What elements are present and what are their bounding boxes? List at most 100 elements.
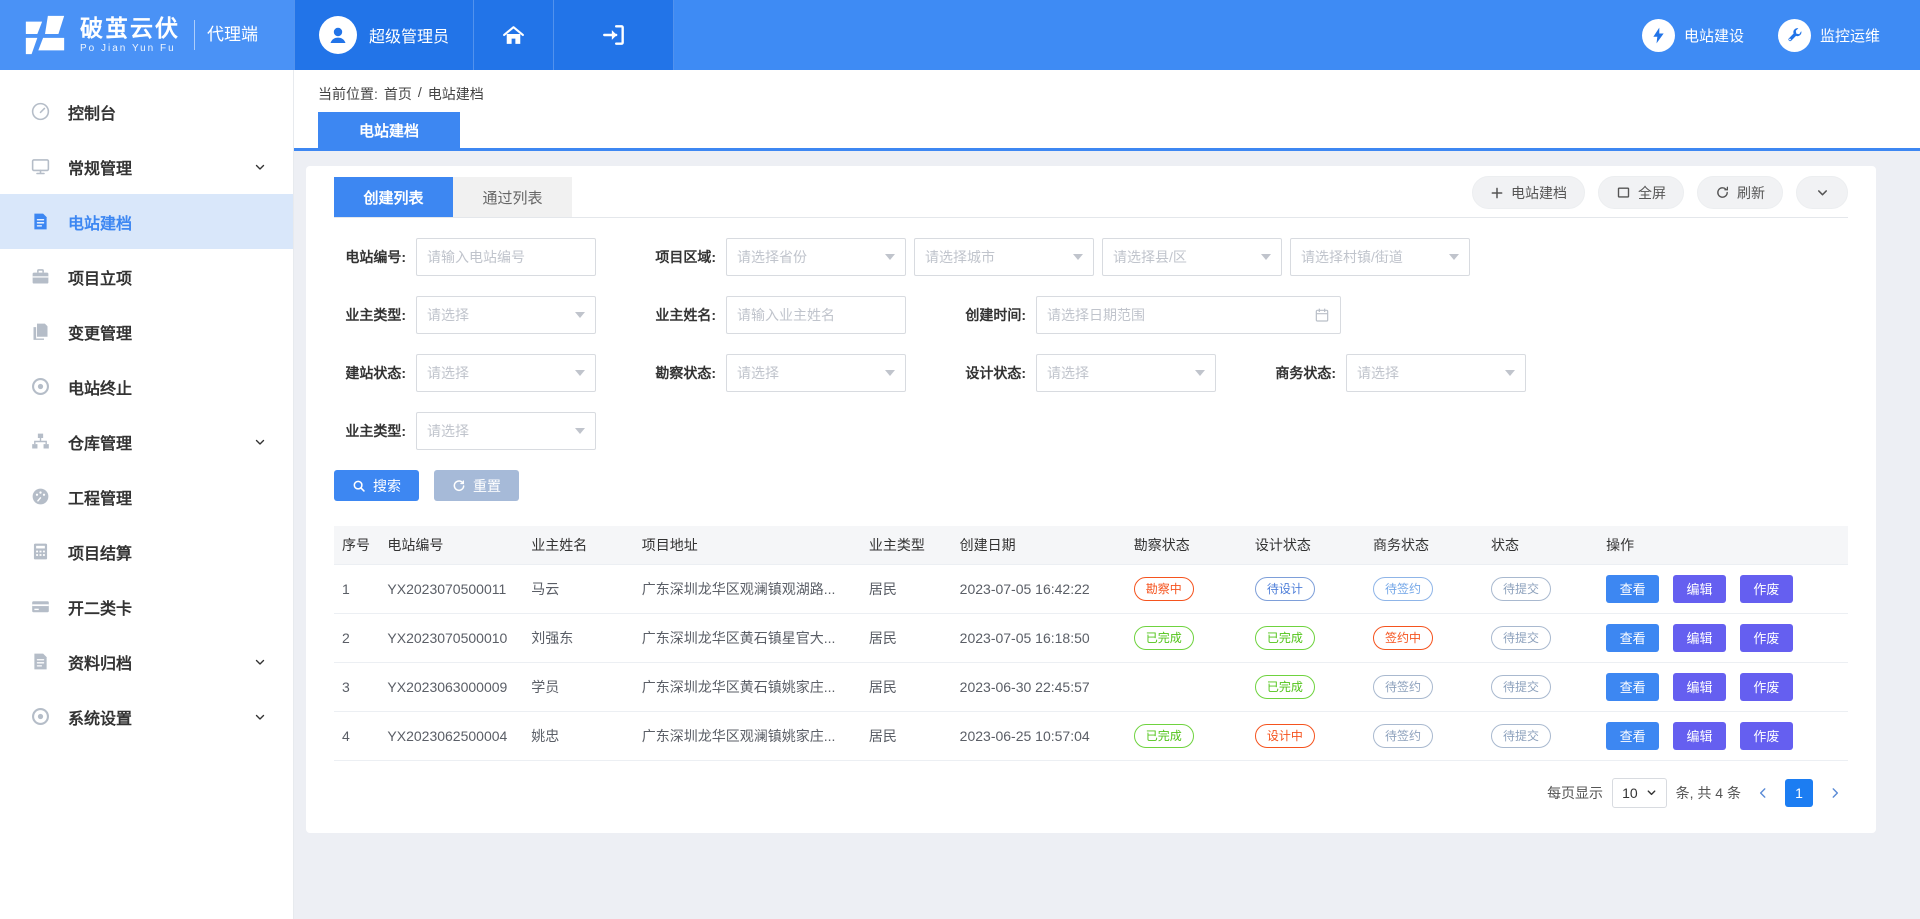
business-status-select[interactable]: 请选择 [1346, 354, 1526, 392]
edit-button[interactable]: 编辑 [1673, 673, 1726, 701]
sidebar-item-change-mgmt[interactable]: 变更管理 [0, 304, 293, 359]
sidebar-item-station-termination[interactable]: 电站终止 [0, 359, 293, 414]
county-select[interactable]: 请选择县/区 [1102, 238, 1282, 276]
search-icon [352, 479, 366, 493]
edit-button[interactable]: 编辑 [1673, 624, 1726, 652]
next-page-button[interactable] [1822, 779, 1848, 807]
void-button[interactable]: 作废 [1740, 624, 1793, 652]
owner-name-input[interactable]: 请输入业主姓名 [726, 296, 906, 334]
chevron-down-icon [253, 435, 267, 449]
reset-button[interactable]: 重置 [434, 470, 519, 501]
caret-down-icon [1195, 370, 1205, 376]
nav-monitor-ops[interactable]: 监控运维 [1778, 19, 1880, 52]
cell-date: 2023-06-25 10:57:04 [952, 711, 1126, 760]
sidebar-item-label: 项目结算 [68, 540, 267, 564]
survey-status-select[interactable]: 请选择 [726, 354, 906, 392]
per-page-select[interactable]: 10 [1612, 778, 1667, 808]
view-button[interactable]: 查看 [1606, 722, 1659, 750]
city-select[interactable]: 请选择城市 [914, 238, 1094, 276]
void-button[interactable]: 作废 [1740, 722, 1793, 750]
fullscreen-label: 全屏 [1638, 183, 1666, 203]
search-button[interactable]: 搜索 [334, 470, 419, 501]
design-status-badge: 已完成 [1255, 675, 1315, 699]
filter-row-4: 业主类型: 请选择 [334, 412, 1848, 450]
sidebar-item-system-settings[interactable]: 系统设置 [0, 689, 293, 744]
sidebar-item-project-initiation[interactable]: 项目立项 [0, 249, 293, 304]
reset-icon [452, 479, 466, 493]
sidebar-item-label: 资料归档 [68, 650, 253, 674]
city-placeholder: 请选择城市 [925, 247, 995, 267]
archive-doc-icon [30, 651, 52, 673]
build-status-label: 建站状态: [334, 363, 406, 383]
nav-station-construction[interactable]: 电站建设 [1642, 19, 1744, 52]
files-icon [30, 321, 52, 343]
status-badge: 待提交 [1491, 724, 1551, 748]
stations-table: 序号 电站编号 业主姓名 项目地址 业主类型 创建日期 勘察状态 设计状态 商务… [334, 526, 1848, 761]
business-status-placeholder: 请选择 [1357, 363, 1399, 383]
view-button[interactable]: 查看 [1606, 624, 1659, 652]
breadcrumb-home[interactable]: 首页 [384, 84, 412, 104]
sidebar-item-general-mgmt[interactable]: 常规管理 [0, 139, 293, 194]
edit-button[interactable]: 编辑 [1673, 575, 1726, 603]
sidebar-item-warehouse-mgmt[interactable]: 仓库管理 [0, 414, 293, 469]
pagination: 每页显示 10 条, 共 4 条 1 [334, 778, 1848, 808]
col-date: 创建日期 [952, 526, 1126, 564]
design-status-badge: 设计中 [1255, 724, 1315, 748]
page-tab-station-filing[interactable]: 电站建档 [318, 112, 460, 148]
cell-code: YX2023070500010 [379, 613, 523, 662]
chevron-down-icon [253, 710, 267, 724]
cell-seq: 2 [334, 613, 379, 662]
refresh-icon [1715, 185, 1730, 200]
portal-label: 代理端 [194, 20, 258, 50]
tab-create-list[interactable]: 创建列表 [334, 177, 453, 217]
table-row: 1 YX2023070500011 马云 广东深圳龙华区观澜镇观湖路... 居民… [334, 564, 1848, 613]
edit-button[interactable]: 编辑 [1673, 722, 1726, 750]
monitor-icon [30, 156, 52, 178]
cell-seq: 3 [334, 662, 379, 711]
caret-down-icon [1505, 370, 1515, 376]
page-number-button[interactable]: 1 [1785, 779, 1813, 807]
design-status-label: 设计状态: [954, 363, 1026, 383]
toolbar: 电站建档 全屏 刷新 [1472, 176, 1848, 217]
logo-area: 破茧云伏 Po Jian Yun Fu 代理端 [0, 0, 294, 70]
sidebar-item-engineering-mgmt[interactable]: 工程管理 [0, 469, 293, 524]
settings-circle-icon [30, 706, 52, 728]
view-button[interactable]: 查看 [1606, 575, 1659, 603]
design-status-select[interactable]: 请选择 [1036, 354, 1216, 392]
province-select[interactable]: 请选择省份 [726, 238, 906, 276]
caret-down-icon [575, 370, 585, 376]
total-label: 条, 共 4 条 [1676, 783, 1741, 803]
owner-type-select[interactable]: 请选择 [416, 296, 596, 334]
logout-button[interactable] [554, 0, 674, 70]
home-button[interactable] [474, 0, 554, 70]
calendar-icon [1314, 307, 1330, 323]
refresh-button[interactable]: 刷新 [1697, 176, 1783, 209]
owner-type2-select[interactable]: 请选择 [416, 412, 596, 450]
briefcase-icon [30, 266, 52, 288]
village-select[interactable]: 请选择村镇/街道 [1290, 238, 1470, 276]
panel-head: 创建列表 通过列表 电站建档 全屏 刷新 [334, 166, 1848, 218]
station-no-input[interactable]: 请输入电站编号 [416, 238, 596, 276]
user-menu[interactable]: 超级管理员 [294, 0, 474, 70]
sidebar-item-class2-card[interactable]: 开二类卡 [0, 579, 293, 634]
void-button[interactable]: 作废 [1740, 575, 1793, 603]
date-range-input[interactable]: 请选择日期范围 [1036, 296, 1341, 334]
tab-passed-list[interactable]: 通过列表 [453, 177, 572, 217]
fullscreen-button[interactable]: 全屏 [1598, 176, 1684, 209]
view-button[interactable]: 查看 [1606, 673, 1659, 701]
business-status-badge: 待签约 [1373, 675, 1433, 699]
add-station-button[interactable]: 电站建档 [1472, 176, 1585, 209]
cell-type: 居民 [861, 711, 952, 760]
sidebar-item-label: 工程管理 [68, 485, 267, 509]
collapse-button[interactable] [1796, 176, 1848, 209]
build-status-select[interactable]: 请选择 [416, 354, 596, 392]
sidebar-item-station-filing[interactable]: 电站建档 [0, 194, 293, 249]
void-button[interactable]: 作废 [1740, 673, 1793, 701]
prev-page-button[interactable] [1750, 779, 1776, 807]
sidebar-item-console[interactable]: 控制台 [0, 84, 293, 139]
sidebar-item-project-settlement[interactable]: 项目结算 [0, 524, 293, 579]
sidebar-item-data-archive[interactable]: 资料归档 [0, 634, 293, 689]
caret-down-icon [575, 428, 585, 434]
col-seq: 序号 [334, 526, 379, 564]
top-strip: 当前位置: 首页 / 电站建档 电站建档 [294, 70, 1920, 151]
